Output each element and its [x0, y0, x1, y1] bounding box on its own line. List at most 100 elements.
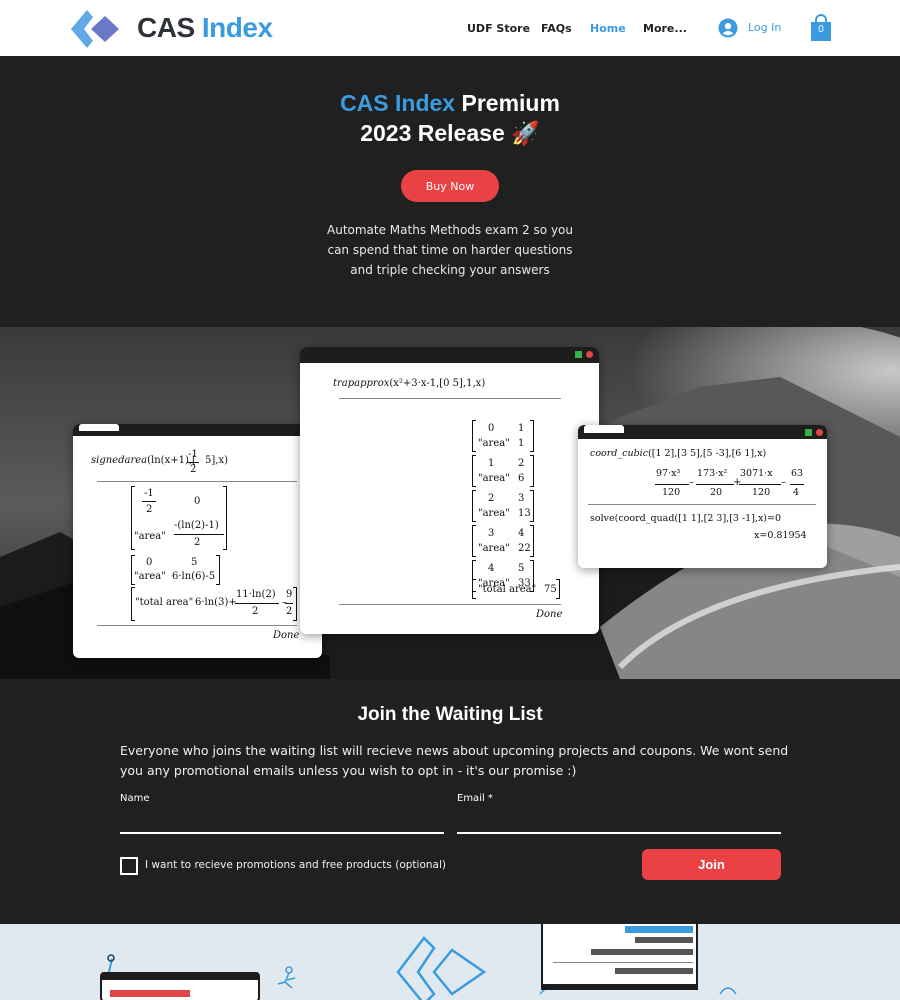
- bracket-right: [530, 525, 534, 557]
- trapapprox-total-label: "total area": [478, 584, 537, 595]
- signedarea-fn: signedarea: [91, 455, 148, 466]
- trap-row-label: "area": [478, 508, 510, 519]
- trapapprox-total-value: 75: [544, 584, 557, 595]
- entry-divider: [588, 504, 816, 505]
- minus-sign: –: [781, 477, 786, 488]
- trap-row-area: 13: [518, 508, 531, 519]
- trap-row-interval-end: 3: [518, 493, 525, 504]
- bracket-right: [530, 455, 534, 487]
- matrix-r5-num2: 9: [286, 589, 293, 600]
- coord-cubic-fn: coord_cubic: [590, 448, 649, 459]
- minus-sign: –: [689, 477, 694, 488]
- trap-row-interval-end: 1: [518, 423, 525, 434]
- cubic-term3-den: 120: [752, 487, 771, 498]
- bracket-left: [131, 486, 135, 550]
- trap-row-interval-start: 3: [488, 528, 495, 539]
- name-input[interactable]: [120, 810, 444, 834]
- brand-part-index: Index: [201, 12, 273, 43]
- bracket-left: [472, 490, 476, 522]
- nav-more[interactable]: More...: [643, 22, 687, 35]
- cart-count: 0: [818, 24, 824, 35]
- frac-bar: [187, 462, 199, 463]
- trap-row-area: 6: [518, 473, 525, 484]
- email-input[interactable]: [457, 810, 781, 834]
- cubic-term2-num: 173·x²: [697, 468, 728, 479]
- preview-divider: [553, 962, 693, 963]
- done-label: Done: [536, 609, 563, 620]
- promotions-checkbox[interactable]: [120, 857, 138, 875]
- bracket-right: [530, 490, 534, 522]
- bracket-right: [216, 555, 220, 585]
- cubic-term4-den: 4: [793, 487, 800, 498]
- calculator-window-signedarea: signedarea(ln(x+1),[ -1 2 5],x) -1 2 0 "…: [73, 424, 322, 658]
- waiting-list-title: Join the Waiting List: [357, 704, 543, 725]
- join-button[interactable]: Join: [642, 849, 781, 880]
- matrix-r1-c: 0: [194, 496, 201, 507]
- features-section: [0, 924, 900, 1000]
- email-label: Email *: [457, 793, 493, 804]
- signedarea-upper-bound: 5],x): [205, 455, 228, 466]
- nav-faqs[interactable]: FAQs: [541, 22, 572, 35]
- done-label: Done: [273, 630, 300, 641]
- window-green-dot-icon: [575, 351, 582, 358]
- trapapprox-command: trapapprox(x²+3·x-1,[0 5],1,x): [333, 378, 486, 389]
- matrix-r2-a: "area": [134, 531, 166, 542]
- matrix-r2-den: 2: [194, 537, 201, 548]
- hero-title-brand: CAS Index: [340, 90, 456, 116]
- matrix-r1-num: -1: [144, 488, 154, 499]
- calculator-window-trapapprox: trapapprox(x²+3·x-1,[0 5],1,x) 0 1 "area" 1…: [300, 347, 599, 634]
- matrix-r4-b: 6·ln(6)-5: [172, 571, 216, 582]
- buy-now-button[interactable]: Buy Now: [401, 170, 499, 202]
- frac-bar: [739, 484, 781, 485]
- frac-bar: [696, 484, 734, 485]
- window-red-dot-icon: [586, 351, 593, 358]
- nav-udf-store[interactable]: UDF Store: [467, 22, 530, 35]
- entry-divider: [339, 398, 561, 399]
- window-tab: [306, 351, 354, 363]
- trap-row-interval-end: 4: [518, 528, 525, 539]
- brand-name[interactable]: CAS Index: [137, 8, 273, 48]
- cubic-term3-num: 3071·x: [740, 468, 773, 479]
- bracket-left: [472, 525, 476, 557]
- window-tab: [584, 425, 624, 433]
- signedarea-command: signedarea(ln(x+1),[: [91, 455, 196, 466]
- login-link[interactable]: Log In: [748, 21, 781, 34]
- preview-window-card: [100, 972, 260, 1000]
- trap-row-label: "area": [478, 543, 510, 554]
- bracket-left: [472, 455, 476, 487]
- signedarea-frac-num: -1: [188, 449, 198, 460]
- preview-gray-bar: [591, 949, 693, 955]
- trap-row-area: 1: [518, 438, 525, 449]
- nav-home[interactable]: Home: [590, 22, 626, 35]
- name-label: Name: [120, 793, 150, 804]
- matrix-r4-a: "area": [134, 571, 166, 582]
- cubic-term1-den: 120: [662, 487, 681, 498]
- preview-gray-bar: [635, 937, 693, 943]
- brand-part-cas: CAS: [137, 12, 195, 43]
- preview-table-card: [541, 924, 698, 990]
- solve-result: x=0.81954: [754, 530, 807, 541]
- trap-row-area: 22: [518, 543, 531, 554]
- window-green-dot-icon: [805, 429, 812, 436]
- trap-row-interval-end: 2: [518, 458, 525, 469]
- frac-bar: [142, 501, 156, 502]
- solve-command: solve(coord_quad([1 1],[2 3],[3 -1],x)=0: [590, 513, 782, 524]
- trap-row-interval-start: 0: [488, 423, 495, 434]
- hero-title-premium: Premium: [461, 90, 560, 116]
- promotions-checkbox-label[interactable]: I want to recieve promotions and free pr…: [145, 859, 446, 871]
- cas-index-logo-icon[interactable]: [67, 8, 127, 50]
- window-tab: [79, 424, 119, 431]
- matrix-r5-den2: 2: [286, 606, 293, 617]
- trap-row-label: "area": [478, 438, 510, 449]
- mountain-banner: signedarea(ln(x+1),[ -1 2 5],x) -1 2 0 "…: [0, 327, 900, 679]
- trap-row-label: "area": [478, 473, 510, 484]
- matrix-r2-num: -(ln(2)-1): [174, 520, 219, 531]
- frac-bar: [235, 603, 279, 604]
- trap-row-interval-start: 1: [488, 458, 495, 469]
- signedarea-frac-den: 2: [190, 464, 197, 475]
- rocket-icon: 🚀: [511, 120, 540, 146]
- matrix-r1-den: 2: [146, 504, 153, 515]
- matrix-r5-value: 6·ln(3)+: [195, 597, 237, 608]
- matrix-r3-b: 5: [191, 557, 198, 568]
- user-avatar-icon[interactable]: [718, 18, 738, 38]
